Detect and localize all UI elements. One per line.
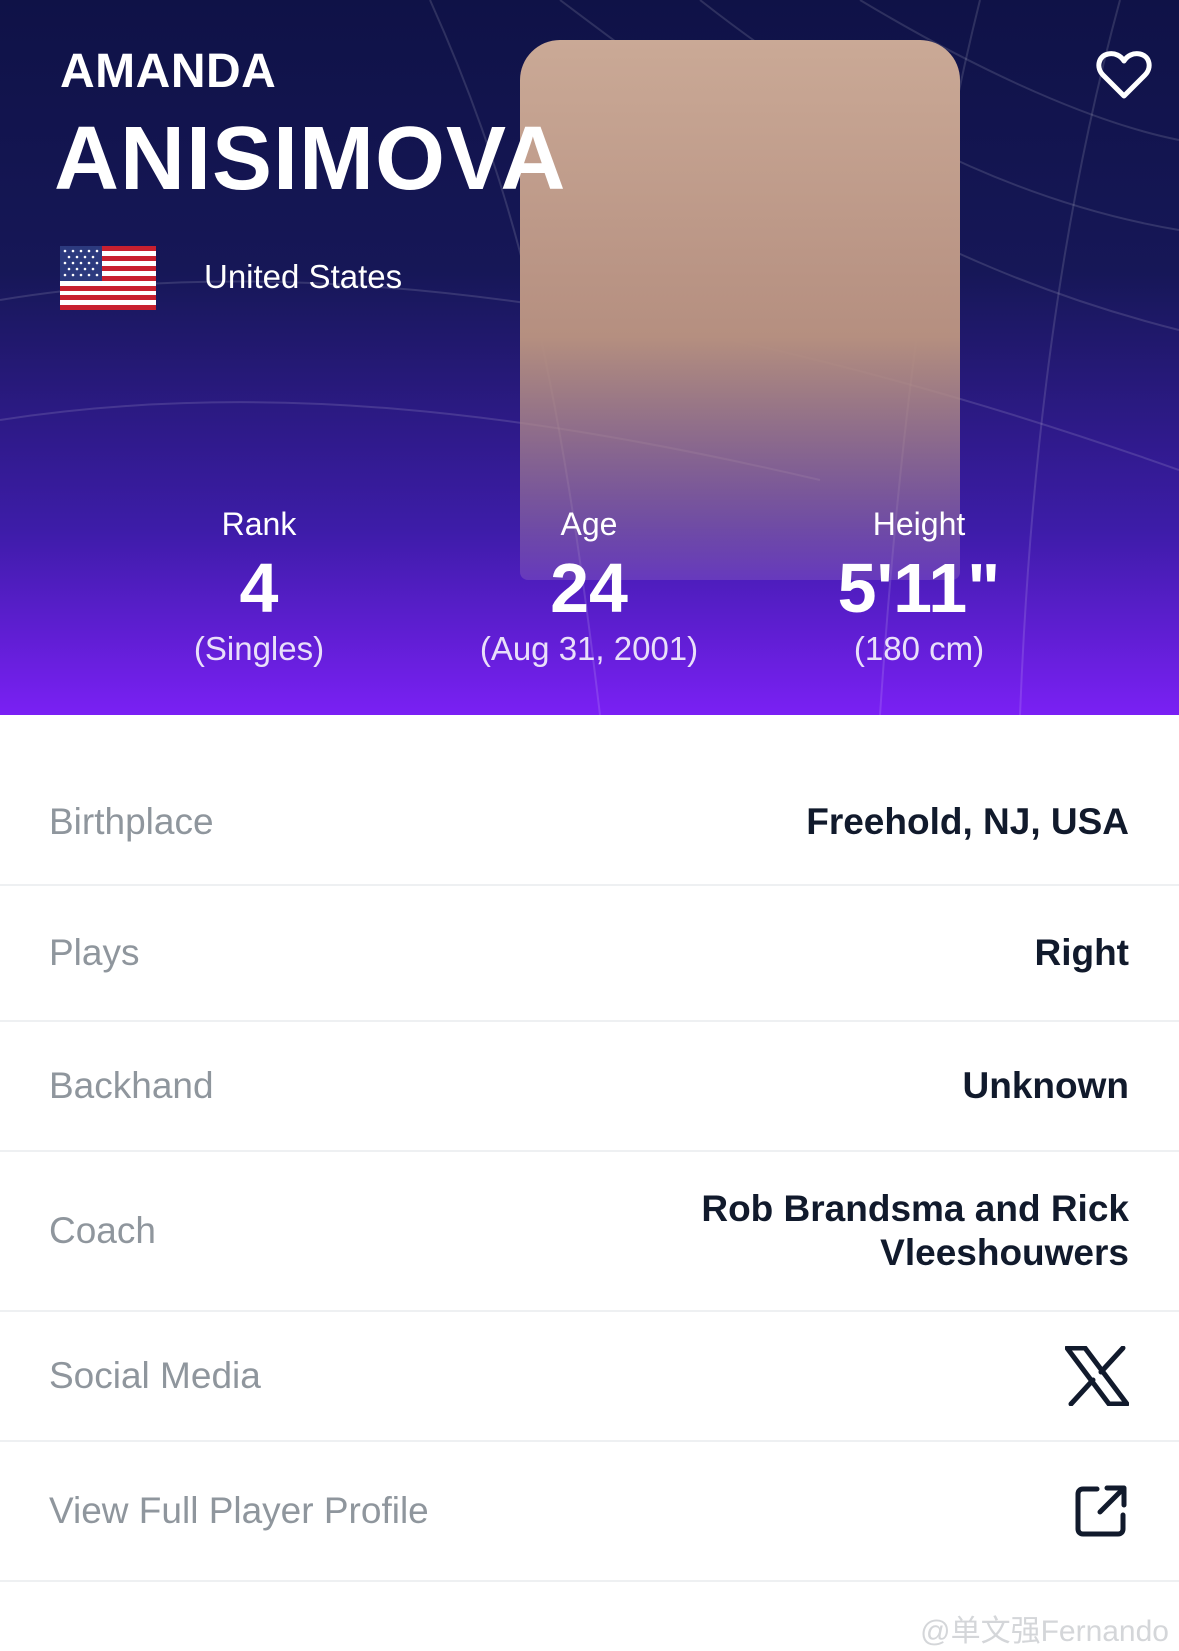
- external-link-icon[interactable]: [1073, 1483, 1129, 1539]
- coach-value-line1: Rob Brandsma and Rick: [701, 1188, 1129, 1229]
- stat-height-label: Height: [872, 506, 966, 542]
- plays-value: Right: [1034, 932, 1129, 973]
- birthplace-value: Freehold, NJ, USA: [806, 801, 1129, 842]
- detail-row-plays: Plays Right: [0, 886, 1179, 1022]
- watermark: @单文强Fernando: [920, 1615, 1169, 1648]
- favorite-heart-icon[interactable]: [1096, 50, 1152, 100]
- coach-value: Rob Brandsma and Rick Vleeshouwers: [701, 1187, 1129, 1275]
- player-last-name: ANISIMOVA: [54, 109, 567, 209]
- detail-row-backhand: Backhand Unknown: [0, 1022, 1179, 1152]
- coach-label: Coach: [49, 1210, 156, 1251]
- player-hero-header: AMANDA ANISIMOVA United States Rank 4 (S…: [0, 0, 1179, 715]
- plays-label: Plays: [49, 932, 140, 973]
- backhand-value: Unknown: [962, 1065, 1129, 1106]
- stat-age: Age 24 (Aug 31, 2001): [424, 506, 754, 668]
- stat-age-sub: (Aug 31, 2001): [479, 630, 699, 667]
- backhand-label: Backhand: [49, 1065, 214, 1106]
- player-first-name: AMANDA: [60, 45, 277, 98]
- detail-row-coach: Coach Rob Brandsma and Rick Vleeshouwers: [0, 1152, 1179, 1312]
- stat-height-value: 5'11": [837, 549, 1001, 627]
- detail-row-birthplace: Birthplace Freehold, NJ, USA: [0, 760, 1179, 886]
- stat-age-label: Age: [560, 506, 618, 542]
- player-country: United States: [204, 258, 403, 295]
- coach-value-line2: Vleeshouwers: [880, 1232, 1129, 1273]
- stat-rank-value: 4: [239, 549, 279, 627]
- us-flag-icon: [60, 246, 156, 310]
- stat-age-value: 24: [550, 549, 628, 627]
- player-details-list: Birthplace Freehold, NJ, USA Plays Right…: [0, 760, 1179, 1582]
- x-logo-icon[interactable]: [1065, 1346, 1129, 1406]
- stat-height-sub: (180 cm): [853, 630, 985, 667]
- full-profile-link[interactable]: View Full Player Profile: [49, 1490, 429, 1532]
- birthplace-label: Birthplace: [49, 801, 214, 842]
- social-media-label: Social Media: [49, 1355, 261, 1396]
- player-photo: [520, 40, 960, 580]
- detail-row-full-profile[interactable]: View Full Player Profile: [0, 1442, 1179, 1582]
- stat-rank-label: Rank: [221, 506, 297, 542]
- stat-rank-sub: (Singles): [193, 630, 325, 667]
- detail-row-social-media: Social Media: [0, 1312, 1179, 1442]
- stat-rank: Rank 4 (Singles): [94, 506, 424, 668]
- stat-height: Height 5'11" (180 cm): [754, 506, 1084, 668]
